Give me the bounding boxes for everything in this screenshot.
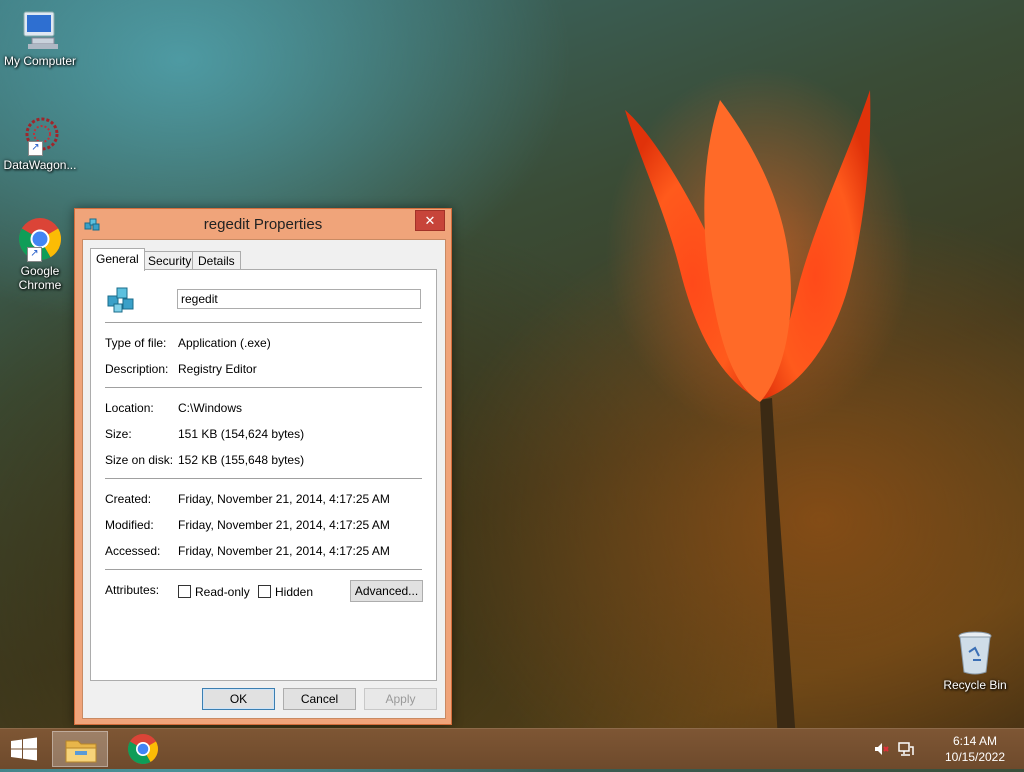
dialog-title: regedit Properties bbox=[203, 216, 323, 233]
wallpaper-tulip bbox=[625, 90, 871, 740]
size-on-disk-label: Size on disk: bbox=[105, 453, 174, 467]
apply-button[interactable]: Apply bbox=[364, 688, 437, 710]
dialog-titlebar[interactable]: regedit Properties ✕ bbox=[75, 209, 451, 239]
computer-icon bbox=[18, 10, 62, 52]
advanced-button[interactable]: Advanced... bbox=[350, 580, 423, 602]
network-icon[interactable] bbox=[898, 741, 914, 760]
clock-date: 10/15/2022 bbox=[944, 750, 1006, 764]
readonly-label: Read-only bbox=[195, 585, 250, 599]
desktop-icon-label: Recycle Bin bbox=[943, 678, 1007, 692]
properties-dialog: regedit Properties ✕ General Security De… bbox=[74, 208, 452, 725]
modified-label: Modified: bbox=[105, 518, 154, 532]
file-explorer-icon bbox=[65, 740, 97, 763]
hidden-checkbox[interactable]: Hidden bbox=[258, 585, 313, 599]
shortcut-arrow-icon: ↗ bbox=[27, 247, 42, 262]
ok-button[interactable]: OK bbox=[202, 688, 275, 710]
volume-muted-icon[interactable] bbox=[874, 741, 890, 760]
accessed-value: Friday, November 21, 2014, 4:17:25 AM bbox=[178, 544, 390, 558]
tab-details[interactable]: Details bbox=[192, 251, 241, 270]
created-label: Created: bbox=[105, 492, 152, 506]
type-of-file-value: Application (.exe) bbox=[178, 336, 271, 350]
separator bbox=[105, 478, 422, 479]
size-on-disk-value: 152 KB (155,648 bytes) bbox=[178, 453, 305, 467]
chrome-icon: ↗ bbox=[17, 216, 63, 262]
taskbar-file-explorer[interactable] bbox=[52, 731, 108, 767]
description-value: Registry Editor bbox=[178, 362, 257, 376]
checkbox-box[interactable] bbox=[178, 585, 191, 598]
location-label: Location: bbox=[105, 401, 154, 415]
system-tray: 6:14 AM 10/15/2022 bbox=[874, 729, 1024, 769]
accessed-label: Accessed: bbox=[105, 544, 161, 558]
dialog-client-area: General Security Details Type of file: A… bbox=[82, 239, 446, 719]
windows-logo-icon bbox=[11, 737, 37, 761]
desktop-icon-recycle-bin[interactable]: Recycle Bin bbox=[935, 630, 1015, 692]
recycle-bin-icon bbox=[955, 630, 995, 676]
hidden-label: Hidden bbox=[275, 585, 314, 599]
modified-value: Friday, November 21, 2014, 4:17:25 AM bbox=[178, 518, 390, 532]
separator bbox=[105, 322, 422, 323]
start-button[interactable] bbox=[0, 729, 48, 769]
chrome-icon bbox=[127, 734, 159, 765]
taskbar-clock[interactable]: 6:14 AM 10/15/2022 bbox=[940, 733, 1010, 765]
file-type-icon bbox=[105, 282, 139, 316]
taskbar: 6:14 AM 10/15/2022 bbox=[0, 728, 1024, 769]
shortcut-arrow-icon: ↗ bbox=[28, 141, 43, 156]
desktop-icon-label: Google Chrome bbox=[18, 264, 62, 292]
separator bbox=[105, 387, 422, 388]
checkbox-box[interactable] bbox=[258, 585, 271, 598]
size-value: 151 KB (154,624 bytes) bbox=[178, 427, 305, 441]
tab-general[interactable]: General bbox=[90, 248, 145, 271]
general-tab-panel: Type of file: Application (.exe) Descrip… bbox=[90, 269, 437, 681]
readonly-checkbox[interactable]: Read-only bbox=[178, 585, 250, 599]
separator bbox=[105, 569, 422, 570]
description-label: Description: bbox=[105, 362, 169, 376]
file-name-input[interactable] bbox=[177, 289, 421, 309]
location-value: C:\Windows bbox=[178, 401, 243, 415]
desktop-icon-datawagon[interactable]: ↗ DataWagon... bbox=[0, 114, 80, 172]
attributes-label: Attributes: bbox=[105, 583, 160, 597]
type-of-file-label: Type of file: bbox=[105, 336, 167, 350]
cancel-button[interactable]: Cancel bbox=[283, 688, 356, 710]
taskbar-chrome[interactable] bbox=[115, 731, 171, 767]
close-button[interactable]: ✕ bbox=[415, 210, 445, 231]
clock-time: 6:14 AM bbox=[952, 734, 998, 748]
desktop-icon-my-computer[interactable]: My Computer bbox=[0, 10, 80, 68]
desktop-icon-label: My Computer bbox=[3, 54, 77, 68]
size-label: Size: bbox=[105, 427, 132, 441]
created-value: Friday, November 21, 2014, 4:17:25 AM bbox=[178, 492, 390, 506]
datawagon-logo-icon: ↗ bbox=[18, 114, 62, 156]
tab-security[interactable]: Security bbox=[142, 251, 198, 270]
desktop-icon-google-chrome[interactable]: ↗ Google Chrome bbox=[0, 216, 80, 292]
desktop-icon-label: DataWagon... bbox=[3, 158, 77, 172]
